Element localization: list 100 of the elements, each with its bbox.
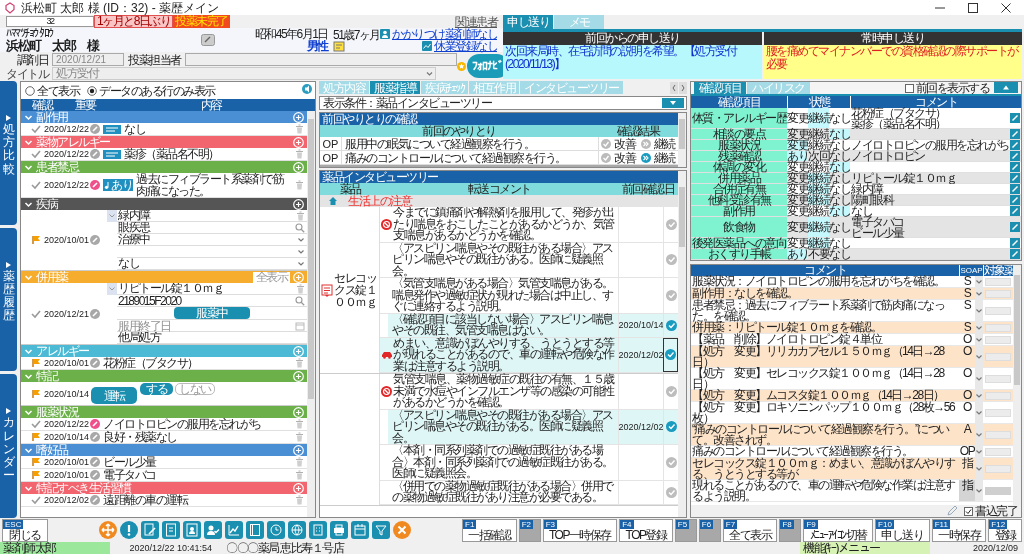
input-field[interactable]: 眼疾患 (117, 221, 295, 234)
check-circle-icon[interactable] (665, 421, 677, 433)
status-option[interactable]: 継続 (808, 195, 829, 205)
target-drug-field[interactable] (985, 391, 1011, 400)
status-option[interactable]: 変更 (787, 238, 808, 248)
status-option[interactable]: 変更 (787, 173, 808, 183)
status-option[interactable]: 継続 (808, 217, 829, 237)
status-option[interactable]: 継続 (808, 140, 829, 150)
checkbox[interactable]: 書込完了 (964, 505, 1017, 517)
trash-icon[interactable] (295, 495, 304, 505)
pencil-icon[interactable] (90, 235, 100, 245)
check-circle-icon[interactable] (665, 289, 677, 301)
status-option[interactable]: なし (829, 238, 850, 248)
status-option[interactable]: 継続 (808, 173, 829, 183)
pencil-icon[interactable] (90, 180, 100, 190)
chart-icon[interactable] (225, 521, 243, 539)
target-drug-field[interactable] (985, 277, 1011, 286)
trash-icon[interactable] (295, 149, 304, 159)
scrollbar-thumb[interactable] (308, 119, 314, 399)
book-icon[interactable] (246, 521, 264, 539)
scrollbar[interactable] (1013, 265, 1021, 505)
move-icon[interactable] (99, 521, 117, 539)
scroll-right-button[interactable] (679, 82, 687, 94)
trash-icon[interactable] (295, 470, 304, 480)
filter-icon[interactable] (372, 521, 390, 539)
function-key-button[interactable]: F4 TOP登録 (619, 518, 673, 542)
panel-tab[interactable]: 確認項目 (694, 82, 746, 94)
scrollbar[interactable] (307, 111, 315, 517)
status-option[interactable]: 変更 (787, 184, 808, 194)
function-key-button[interactable]: F9 ﾒﾆｭｰｱｲｺﾝ切替 (803, 518, 874, 542)
function-key-button[interactable]: F7 全て表示 (722, 518, 778, 542)
toggle-icon[interactable] (107, 283, 117, 295)
status-option[interactable]: 継続 (808, 129, 829, 139)
input-field[interactable]: リピトール錠１０ｍｇ (117, 282, 296, 295)
edit-button[interactable] (200, 34, 215, 46)
trash-icon[interactable] (295, 419, 304, 429)
status-option[interactable]: 次回 (808, 151, 829, 161)
alert-icon[interactable] (120, 521, 138, 539)
status-option[interactable]: 変更 (787, 129, 808, 139)
pencil-icon[interactable] (90, 432, 100, 442)
contact-icon[interactable] (183, 521, 201, 539)
document-icon[interactable] (162, 521, 180, 539)
toggle-option[interactable]: する (140, 383, 173, 395)
status-option[interactable]: なし (829, 151, 850, 161)
target-drug-field[interactable] (985, 430, 1011, 439)
status-option[interactable]: なし (829, 140, 850, 150)
scrollbar[interactable] (678, 113, 686, 167)
check-circle-icon[interactable] (665, 218, 677, 230)
result-option[interactable]: 改善 (599, 151, 639, 164)
close-window-button[interactable]: ESC 閉じる (2, 518, 48, 542)
result-option[interactable]: 継続 (638, 151, 678, 164)
function-key-button[interactable]: F10 申し送り (875, 518, 930, 542)
collapse-button[interactable] (994, 82, 1018, 93)
cancel-icon[interactable] (393, 521, 411, 539)
add-icon[interactable] (293, 136, 304, 148)
status-option[interactable]: あり (787, 249, 808, 259)
status-option[interactable]: なし (829, 184, 850, 194)
search-icon[interactable] (295, 295, 305, 306)
drive-button[interactable]: 運転 (91, 387, 137, 404)
check-circle-icon[interactable] (665, 456, 677, 468)
trash-icon[interactable] (296, 283, 305, 294)
dropdown-button[interactable] (662, 98, 684, 108)
scrollbar-thumb[interactable] (679, 187, 685, 247)
building-icon[interactable] (309, 521, 327, 539)
globe-icon[interactable] (288, 521, 306, 539)
input-field[interactable]: 2189015F2020 (117, 294, 295, 307)
scrollbar[interactable] (678, 171, 686, 517)
pencil-icon[interactable] (90, 358, 100, 368)
trash-icon[interactable] (295, 180, 304, 190)
condition-select[interactable]: 表示条件：薬品インタビューツリー (319, 96, 687, 110)
section-header[interactable]: 疾病 (21, 198, 307, 210)
target-drug-field[interactable] (985, 374, 1011, 383)
pencil-icon[interactable] (90, 419, 100, 429)
edit-document-icon[interactable] (141, 521, 159, 539)
check-circle-icon[interactable] (665, 385, 677, 397)
add-icon[interactable] (293, 444, 304, 456)
check-circle-icon[interactable] (665, 254, 677, 266)
input-field[interactable]: 服用終了日 (117, 319, 295, 332)
status-option[interactable]: 継続 (808, 238, 829, 248)
result-option[interactable]: 改善 (599, 137, 639, 150)
status-option[interactable]: 変更 (787, 140, 808, 150)
dropdown-icon[interactable] (975, 486, 983, 495)
status-option[interactable]: 変更 (787, 162, 808, 172)
status-button[interactable]: 服薬中 (174, 307, 250, 319)
trash-icon[interactable] (295, 124, 304, 134)
target-drug-field[interactable] (985, 323, 1011, 332)
target-drug-field[interactable] (985, 306, 1011, 315)
scrollbar-thumb[interactable] (679, 119, 685, 149)
pharmacist-link[interactable]: かかりつけ薬剤師なし (392, 28, 497, 40)
side-tab[interactable]: カレンダー (0, 374, 17, 518)
status-option[interactable]: なし (829, 108, 850, 128)
target-drug-field[interactable] (985, 486, 1011, 495)
scroll-left-button[interactable] (670, 82, 678, 94)
pencil-icon[interactable] (90, 124, 100, 134)
side-tab[interactable]: 処方比較 (0, 81, 17, 225)
trash-icon[interactable] (295, 432, 304, 442)
pencil-icon[interactable] (90, 457, 100, 467)
pencil-icon[interactable] (90, 470, 100, 480)
input-field[interactable]: 緑内障 (117, 209, 296, 222)
sound-icon[interactable] (302, 84, 312, 94)
